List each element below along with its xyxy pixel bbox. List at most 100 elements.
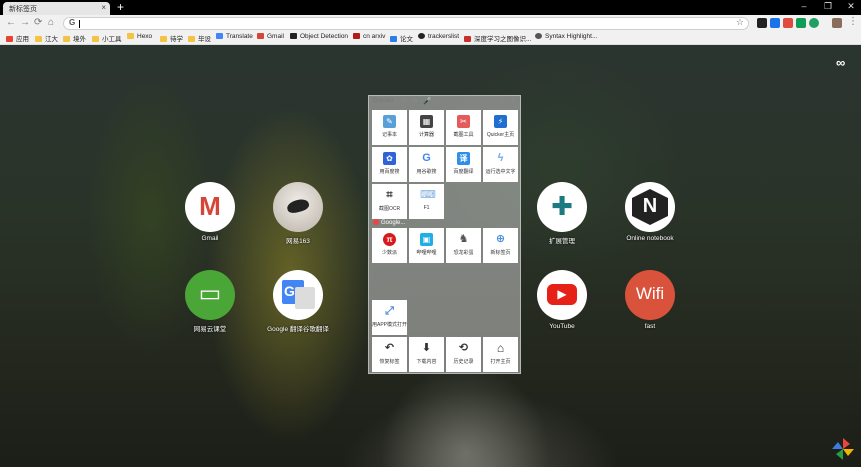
bookmark-star-icon[interactable]: ☆ xyxy=(736,17,744,28)
microphone-icon[interactable]: 🎤 xyxy=(423,97,432,105)
tile-label: 网易云课堂 xyxy=(193,326,227,333)
action-label: 恐龙彩蛋 xyxy=(453,250,474,256)
extension-grammarly-icon[interactable] xyxy=(809,18,819,28)
google-icon: G xyxy=(420,152,433,165)
close-panel-icon[interactable]: ⊗ xyxy=(510,97,516,105)
quicker-action-run-selected-text[interactable]: ϟ 运行选中文字 xyxy=(483,147,518,182)
quicker-action-bilibili[interactable]: ▣ 哔哩哔哩 xyxy=(409,228,444,263)
bookmarks-bar: 应用 江大 境外 小工具 Hexo 待学 毕设 Translate Gmail … xyxy=(0,32,861,45)
quicker-header: Quicker ⚙ ⊞ 🎤 ⋯ ⊖ ⊗ xyxy=(369,96,520,108)
action-label: 下载内容 xyxy=(416,359,437,365)
bookmark-object-detection[interactable]: Object Detection xyxy=(290,33,348,40)
address-bar[interactable]: G ☆ xyxy=(63,17,749,30)
quicker-action-downloads[interactable]: ⬇ 下载内容 xyxy=(409,337,444,372)
extension-v-icon[interactable] xyxy=(757,18,767,28)
quicker-action-dino-game[interactable]: ♞ 恐龙彩蛋 xyxy=(446,228,481,263)
quicker-action-google-search[interactable]: G 用谷歌搜 xyxy=(409,147,444,182)
restore-tab-icon: ↶ xyxy=(383,342,396,355)
quicker-action-baidu-search[interactable]: ✿ 用百度搜 xyxy=(372,147,407,182)
bookmark-folder-jingwai[interactable]: 境外 xyxy=(63,33,86,43)
gmail-icon xyxy=(257,33,264,39)
quicker-subsection-header: Google... xyxy=(373,219,405,226)
bookmark-gmail[interactable]: Gmail xyxy=(257,33,284,40)
tab-close-icon[interactable]: × xyxy=(101,3,106,12)
new-tab-button[interactable]: + xyxy=(117,0,124,14)
tile-google-translate[interactable]: G Google 翻译谷歌翻译 xyxy=(258,270,338,333)
extension-vimium-icon[interactable] xyxy=(770,18,780,28)
action-label: 打开主页 xyxy=(490,359,511,365)
quicker-action-history[interactable]: ⟲ 历史记录 xyxy=(446,337,481,372)
bookmark-cn-arxiv[interactable]: cn arxiv xyxy=(353,33,385,40)
quicker-action-app-mode[interactable]: ⤢ 用APP模式打开 xyxy=(372,300,407,335)
history-icon: ⟲ xyxy=(457,342,470,355)
tab-new-tab-page[interactable]: 新标签页 × xyxy=(3,2,110,15)
pinwheel-icon[interactable] xyxy=(832,438,854,460)
infinity-settings-icon[interactable]: ∞ xyxy=(836,55,845,70)
bookmark-translate[interactable]: Translate xyxy=(216,33,253,40)
settings-icon[interactable]: ⚙ xyxy=(401,97,407,105)
bookmark-folder-jiangda[interactable]: 江大 xyxy=(35,33,58,43)
tile-extensions[interactable]: ✚ 扩展管理 xyxy=(522,182,602,245)
quicker-action-baidu-translate[interactable]: 译 百度翻译 xyxy=(446,147,481,182)
gmail-icon: M xyxy=(185,182,235,232)
action-label: 用APP模式打开 xyxy=(372,322,408,328)
folder-icon xyxy=(160,36,167,42)
reload-icon[interactable]: ⟳ xyxy=(34,17,42,28)
quicker-action-ocr[interactable]: ⌗ 截图OCR xyxy=(372,184,407,219)
more-icon[interactable]: ⋯ xyxy=(433,97,440,105)
wifi-icon: Wifi xyxy=(625,270,675,320)
tile-netease-cloud-class[interactable]: ▭ 网易云课堂 xyxy=(170,270,250,333)
tile-fast[interactable]: Wifi fast xyxy=(610,270,690,330)
bookmark-folder-hexo[interactable]: Hexo xyxy=(127,33,152,40)
action-label: 用百度搜 xyxy=(379,169,400,175)
quicker-action-new-tab[interactable]: ⊕ 新标签页 xyxy=(483,228,518,263)
tile-gmail[interactable]: M Gmail xyxy=(170,182,250,242)
extension-green-icon[interactable] xyxy=(796,18,806,28)
bookmark-papers[interactable]: 论文 xyxy=(390,33,413,43)
notebook-n-icon: N xyxy=(625,182,675,232)
tab-strip: 新标签页 × + – ❐ ✕ xyxy=(0,0,861,15)
tile-netease-163[interactable]: 网易163 xyxy=(258,182,338,245)
maximize-icon[interactable]: ❐ xyxy=(818,1,838,12)
quicker-action-open-home[interactable]: ⌂ 打开主页 xyxy=(483,337,518,372)
bookmark-trackerslist[interactable]: trackerslist xyxy=(418,33,459,40)
quicker-action-notepad[interactable]: ✎ 记事本 xyxy=(372,110,407,145)
extension-red-icon[interactable] xyxy=(783,18,793,28)
paper-icon xyxy=(390,36,397,42)
bookmark-folder-to-learn[interactable]: 待学 xyxy=(160,33,183,43)
profile-avatar-icon[interactable] xyxy=(832,18,842,28)
road-highlight xyxy=(380,365,550,467)
run-bolt-icon: ϟ xyxy=(494,152,507,165)
minimize-icon[interactable]: – xyxy=(794,1,814,11)
bookmark-deep-learning[interactable]: 深度学习之图像识... xyxy=(464,33,531,43)
translate-grey-card xyxy=(295,287,315,309)
bookmark-apps[interactable]: 应用 xyxy=(6,33,29,43)
quicker-action-homepage[interactable]: ⚡ Quicker主页 xyxy=(483,110,518,145)
forward-icon[interactable]: → xyxy=(20,17,30,28)
quicker-action-sspai[interactable]: π 少数派 xyxy=(372,228,407,263)
bird-silhouette xyxy=(285,197,311,215)
globe-icon xyxy=(535,33,542,39)
close-window-icon[interactable]: ✕ xyxy=(841,1,861,12)
bookmark-folder-tools[interactable]: 小工具 xyxy=(92,33,122,43)
action-label: 百度翻译 xyxy=(453,169,474,175)
quicker-bolt-icon: ⚡ xyxy=(494,115,507,128)
book-icon: ▭ xyxy=(185,270,235,320)
quicker-action-snipping-tool[interactable]: ✂ 截图工具 xyxy=(446,110,481,145)
github-icon xyxy=(418,33,425,39)
quicker-action-restore-tab[interactable]: ↶ 恢复标签 xyxy=(372,337,407,372)
tile-online-notebook[interactable]: N Online notebook xyxy=(610,182,690,242)
home-icon[interactable]: ⌂ xyxy=(48,17,54,28)
tile-youtube[interactable]: ▶ YouTube xyxy=(522,270,602,330)
baidu-translate-icon: 译 xyxy=(457,152,470,165)
back-icon[interactable]: ← xyxy=(6,17,16,28)
puzzle-icon: ✚ xyxy=(537,182,587,232)
menu-kebab-icon[interactable]: ⋮ xyxy=(848,16,858,27)
quicker-action-f1[interactable]: ⌨ F1 xyxy=(409,184,444,219)
quicker-action-calculator[interactable]: ▦ 计算器 xyxy=(409,110,444,145)
bookmark-folder-thesis[interactable]: 毕设 xyxy=(188,33,211,43)
tile-label: 扩展管理 xyxy=(549,238,575,245)
grid-icon[interactable]: ⊞ xyxy=(412,97,418,105)
bookmark-syntax-highlight[interactable]: Syntax Highlight... xyxy=(535,33,597,40)
collapse-icon[interactable]: ⊖ xyxy=(499,97,505,105)
